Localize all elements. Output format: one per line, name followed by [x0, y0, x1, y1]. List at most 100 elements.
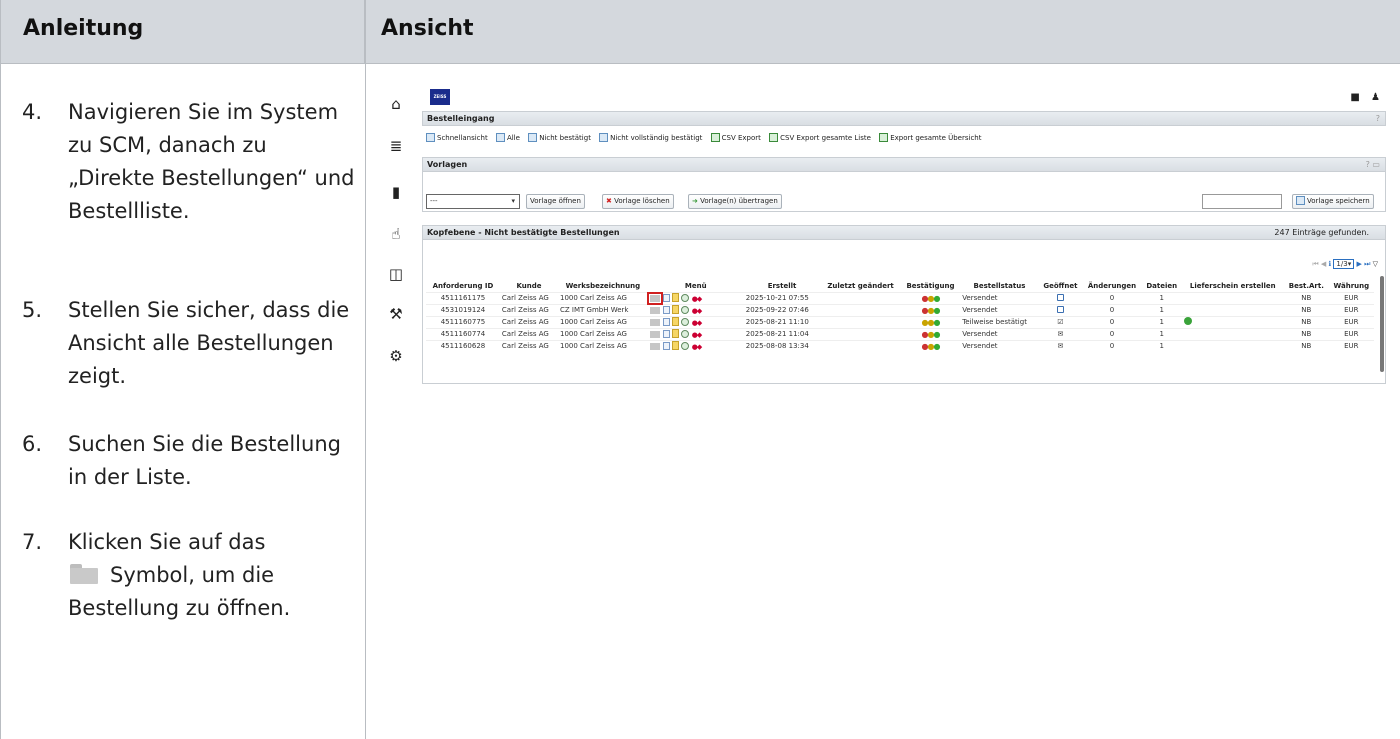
template-name-input[interactable] — [1202, 194, 1282, 209]
next-page-icon[interactable]: ▶ — [1356, 260, 1361, 268]
status-icon[interactable] — [680, 306, 689, 314]
actions-icon[interactable]: ●◆ — [692, 307, 708, 315]
user-icon[interactable]: ♟ — [1371, 92, 1380, 103]
doc-icon[interactable] — [662, 330, 670, 338]
folder-icon[interactable] — [649, 319, 660, 326]
help-icon[interactable]: ? ▭ — [1366, 158, 1380, 171]
note-icon[interactable] — [671, 317, 679, 326]
table-scrollbar[interactable] — [1380, 276, 1384, 372]
actions-icon[interactable]: ●◆ — [692, 343, 708, 351]
link-export-uebersicht[interactable]: Export gesamte Übersicht — [879, 133, 981, 142]
step-number: 7. — [22, 530, 43, 554]
folder-icon[interactable] — [646, 292, 663, 305]
first-page-icon[interactable]: ⏮ — [1312, 260, 1318, 268]
note-icon[interactable] — [671, 305, 679, 314]
hammer-icon[interactable]: ⚒ — [388, 306, 404, 322]
col-aenderungen[interactable]: Änderungen — [1082, 280, 1142, 292]
add-delivery-note-icon[interactable] — [1183, 317, 1192, 325]
step-text: Stellen Sie sicher, dass die Ansicht all… — [68, 298, 350, 388]
gear-icon[interactable]: ⚙ — [388, 348, 404, 364]
col-geoeffnet[interactable]: Geöffnet — [1039, 280, 1082, 292]
home-icon[interactable]: ⌂ — [388, 96, 404, 112]
col-best-art[interactable]: Best.Art. — [1284, 280, 1329, 292]
table-header-row: Anforderung ID Kunde Werksbezeichnung Me… — [426, 280, 1374, 292]
last-page-icon[interactable]: ⏭ — [1364, 260, 1370, 268]
link-alle[interactable]: Alle — [495, 133, 520, 142]
step-6: 6. Suchen Sie die Bestellung in der List… — [22, 428, 357, 526]
col-bestellstatus[interactable]: Bestellstatus — [960, 280, 1038, 292]
actions-icon[interactable]: ●◆ — [692, 295, 708, 303]
instruction-steps: 4. Navigieren Sie im System zu SCM, dana… — [22, 96, 357, 625]
copy-icon[interactable]: ▮ — [388, 184, 404, 200]
doc-icon[interactable] — [662, 318, 670, 326]
open-template-button[interactable]: Vorlage öffnen — [526, 194, 585, 209]
step-number: 4. — [22, 100, 43, 124]
top-right-icons: ■ ♟ — [1350, 92, 1380, 103]
hand-icon[interactable]: ☝ — [388, 226, 404, 242]
status-icon[interactable] — [680, 294, 689, 302]
opened-checkbox[interactable] — [1056, 293, 1064, 301]
doc-icon[interactable] — [662, 306, 670, 314]
table-row[interactable]: 4511160775 Carl Zeiss AG 1000 Carl Zeiss… — [426, 315, 1374, 328]
link-csv-export-gesamt[interactable]: CSV Export gesamte Liste — [769, 133, 871, 142]
database-icon[interactable]: ≣ — [388, 138, 404, 154]
delete-template-button[interactable]: ✖ Vorlage löschen — [602, 194, 674, 209]
col-kunde[interactable]: Kunde — [500, 280, 558, 292]
col-waehrung[interactable]: Währung — [1329, 280, 1374, 292]
transfer-template-button[interactable]: ➜ Vorlage(n) übertragen — [688, 194, 782, 209]
folder-icon — [70, 564, 98, 584]
folder-icon[interactable] — [649, 307, 660, 314]
window-icon[interactable]: ■ — [1350, 92, 1359, 103]
link-csv-export[interactable]: CSV Export — [710, 133, 761, 142]
note-icon[interactable] — [671, 293, 679, 302]
status-icon[interactable] — [680, 330, 689, 338]
panel-title: Kopfebene - Nicht bestätigte Bestellunge… — [427, 228, 620, 237]
opened-checkbox[interactable] — [1056, 305, 1064, 313]
template-select[interactable]: --- ▾ — [426, 194, 520, 209]
actions-icon[interactable]: ●◆ — [692, 331, 708, 339]
info-icon[interactable]: ℹ — [1329, 260, 1332, 268]
col-bestaetigung[interactable]: Bestätigung — [901, 280, 960, 292]
link-schnellansicht[interactable]: Schnellansicht — [426, 133, 488, 142]
link-nicht-bestaetigt[interactable]: Nicht bestätigt — [528, 133, 591, 142]
table-left-border — [0, 0, 1, 739]
column-divider — [365, 0, 366, 739]
panel-kopfebene: Kopfebene - Nicht bestätigte Bestellunge… — [422, 225, 1386, 240]
header-ansicht: Ansicht — [365, 0, 1400, 64]
traffic-light-icon: ●●● — [900, 315, 961, 328]
doc-icon[interactable] — [662, 294, 670, 302]
col-anforderung-id[interactable]: Anforderung ID — [426, 280, 500, 292]
opened-envelope-icon[interactable]: ✉ — [1038, 339, 1083, 352]
status-icon[interactable] — [680, 318, 689, 326]
col-zuletzt-geaendert[interactable]: Zuletzt geändert — [820, 280, 900, 292]
page-select[interactable]: 1/3▾ — [1333, 259, 1355, 269]
entries-count: 247 Einträge gefunden. — [1274, 228, 1369, 237]
folder-icon[interactable] — [649, 331, 660, 338]
folder-icon[interactable] — [649, 343, 660, 351]
table-row[interactable]: 4511160774 Carl Zeiss AG 1000 Carl Zeiss… — [426, 327, 1374, 340]
col-lieferschein[interactable]: Lieferschein erstellen — [1182, 280, 1284, 292]
traffic-light-icon: ●●● — [900, 291, 961, 304]
bus-icon[interactable]: ◫ — [388, 266, 404, 282]
table-row[interactable]: 4511160628 Carl Zeiss AG 1000 Carl Zeiss… — [426, 339, 1374, 352]
checked-icon[interactable]: ☑ — [1038, 315, 1083, 328]
opened-envelope-icon[interactable]: ✉ — [1038, 327, 1083, 340]
save-template-button[interactable]: Vorlage speichern — [1292, 194, 1374, 209]
status-icon[interactable] — [680, 342, 689, 351]
doc-icon[interactable] — [662, 342, 670, 351]
link-nicht-vollstaendig[interactable]: Nicht vollständig bestätigt — [599, 133, 702, 142]
actions-icon[interactable]: ●◆ — [692, 319, 708, 327]
filter-icon[interactable]: ▽ — [1373, 260, 1378, 268]
prev-page-icon[interactable]: ◀ — [1321, 260, 1326, 268]
note-icon[interactable] — [671, 341, 679, 351]
help-icon[interactable]: ? — [1376, 112, 1380, 125]
header-anleitung-label: Anleitung — [23, 16, 144, 41]
table-row[interactable]: 4531019124 Carl Zeiss AG CZ IMT GmbH Wer… — [426, 303, 1374, 316]
note-icon[interactable] — [671, 329, 679, 338]
col-werksbezeichnung[interactable]: Werksbezeichnung — [558, 280, 648, 292]
col-erstellt[interactable]: Erstellt — [744, 280, 821, 292]
step-text-before: Klicken Sie auf das — [68, 530, 266, 554]
table-row[interactable]: 4511161175 Carl Zeiss AG 1000 Carl Zeiss… — [426, 291, 1374, 305]
application-screenshot: ⌂ ≣ ▮ ☝ ◫ ⚒ ⚙ ZEISS ■ ♟ Bestelleingang ?… — [374, 84, 1386, 384]
col-dateien[interactable]: Dateien — [1142, 280, 1182, 292]
